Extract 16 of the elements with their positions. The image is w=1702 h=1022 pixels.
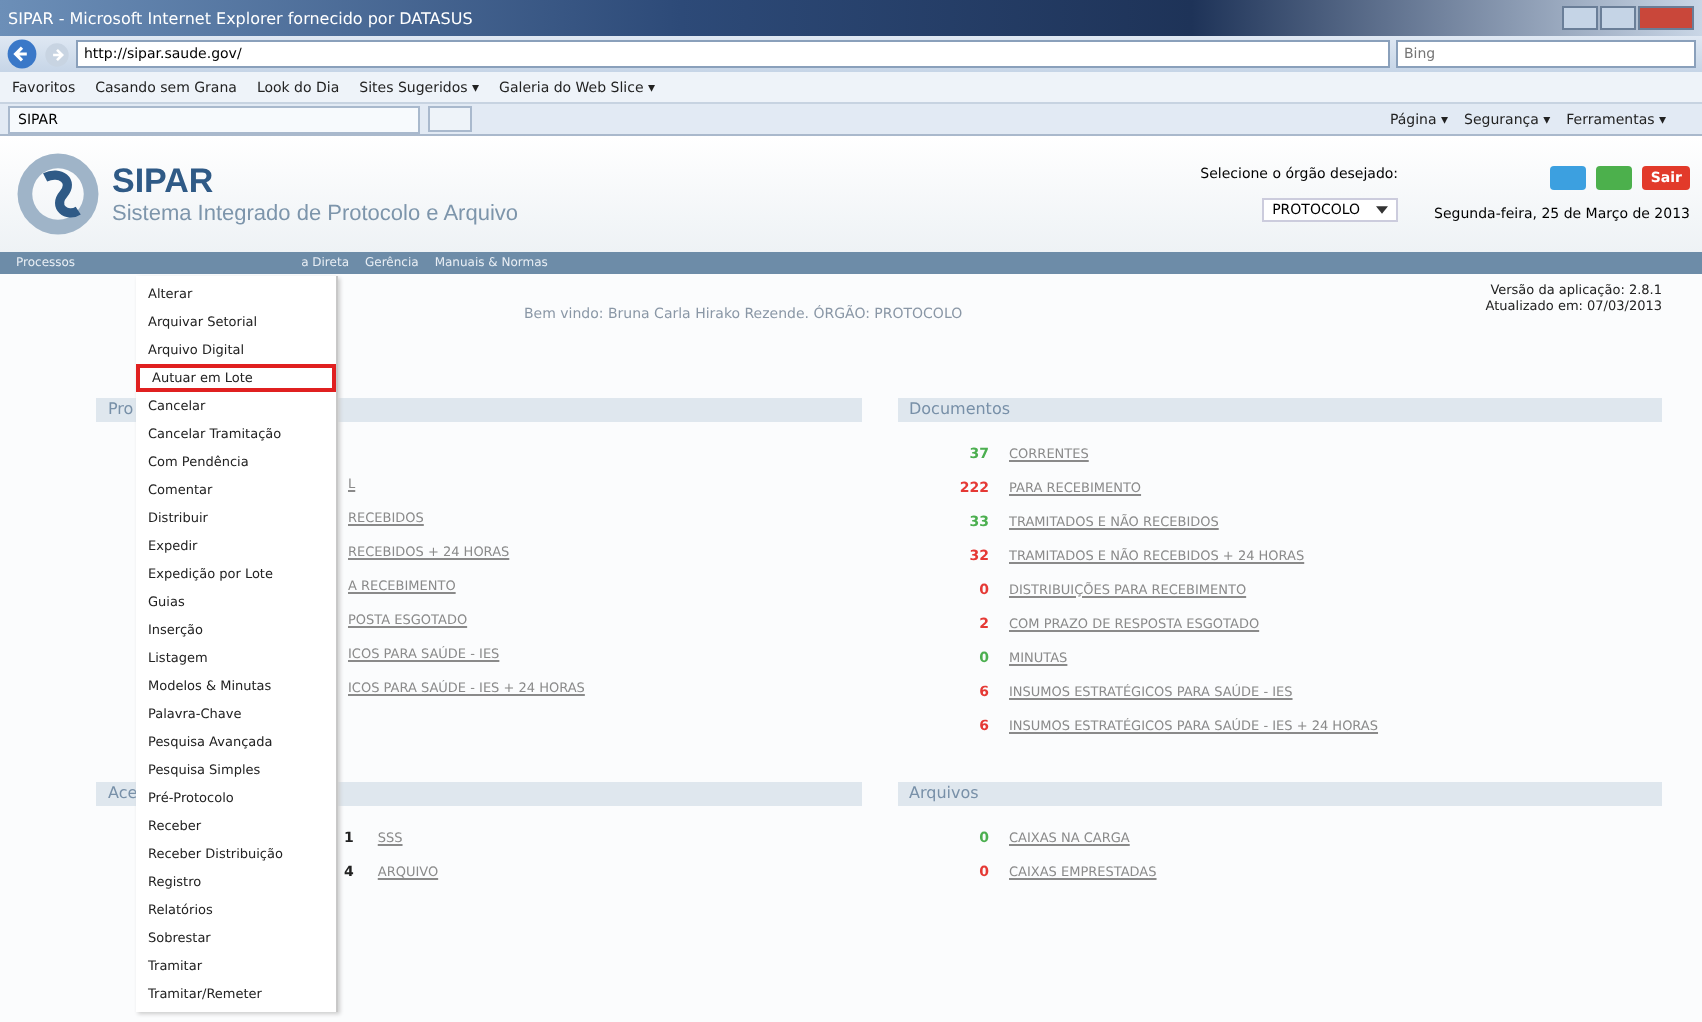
panel-title: Ace xyxy=(108,784,138,802)
forward-icon[interactable] xyxy=(44,41,70,67)
panel-title: Documentos xyxy=(909,400,1011,418)
minimize-button[interactable] xyxy=(1562,6,1598,30)
new-tab-button[interactable] xyxy=(428,106,472,132)
panel-title: Pro xyxy=(108,400,134,418)
app-subtitle: Sistema Integrado de Protocolo e Arquivo xyxy=(112,202,519,226)
back-icon[interactable] xyxy=(6,38,38,70)
logo-icon xyxy=(12,148,104,240)
window-title: SIPAR - Microsoft Internet Explorer fornecido por DATASUS xyxy=(8,9,473,27)
app-title: SIPAR xyxy=(112,162,216,202)
caret-icon xyxy=(1376,206,1389,214)
panel-title: Arquivos xyxy=(909,784,979,802)
help-button[interactable] xyxy=(1596,166,1633,190)
maximize-button[interactable] xyxy=(1600,6,1636,30)
home-button[interactable] xyxy=(1550,166,1587,190)
